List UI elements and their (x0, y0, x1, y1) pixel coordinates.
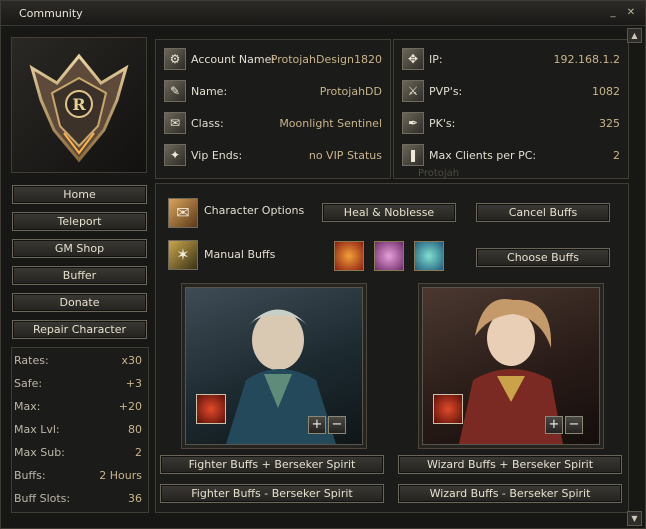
stat-label: Max Lvl: (14, 423, 60, 436)
pk-icon: ✒ (402, 112, 424, 134)
logo-panel: R (11, 37, 147, 173)
fighter-buffs-plus-button[interactable]: Fighter Buffs + Berseker Spirit (160, 455, 384, 474)
manual-buffs-icon: ✶ (168, 240, 198, 270)
info-label: PVP's: (429, 85, 463, 98)
minimize-button[interactable]: _ (607, 7, 619, 19)
scroll-down-button[interactable]: ▼ (627, 511, 642, 526)
manual-buffs-label: Manual Buffs (204, 248, 276, 261)
stat-value: 2 Hours (99, 469, 142, 482)
info-label: PK's: (429, 117, 456, 130)
wizard-buffs-plus-button[interactable]: Wizard Buffs + Berseker Spirit (398, 455, 622, 474)
wizard-aura-icon[interactable] (433, 394, 463, 424)
cancel-buffs-button[interactable]: Cancel Buffs (476, 203, 610, 222)
account-icon: ⚙ (164, 48, 186, 70)
info-label: Name: (191, 85, 228, 98)
title-bar[interactable]: Community _ ✕ (1, 1, 645, 26)
stat-label: Buff Slots: (14, 492, 71, 505)
fighter-portrait: + − (185, 287, 363, 445)
info-label: Class: (191, 117, 224, 130)
info-label: Account Name: (191, 53, 276, 66)
vip-icon: ✦ (164, 144, 186, 166)
nav-button-donate[interactable]: Donate (12, 293, 147, 312)
book-icon: ✉ (168, 198, 198, 228)
info-value: Moonlight Sentinel (279, 117, 382, 130)
class-icon: ✉ (164, 112, 186, 134)
account-info-panel: ⚙ Account Name: ProtojahDesign1820 ✎ Name: Pr… (155, 39, 391, 179)
nav-button-home[interactable]: Home (12, 185, 147, 204)
stat-value: 2 (135, 446, 142, 459)
stat-value: 36 (128, 492, 142, 505)
logo-letter: R (72, 95, 86, 114)
info-value: no VIP Status (308, 149, 382, 162)
stat-value: 80 (128, 423, 142, 436)
server-stats-panel: Rates: x30 Safe: +3 Max: +20 Max Lvl: 80 Max Sub… (11, 347, 149, 513)
info-value: ProtojahDD (319, 85, 382, 98)
stat-value: x30 (121, 354, 142, 367)
spirit-skill-icon[interactable] (374, 241, 404, 271)
stat-label: Rates: (14, 354, 49, 367)
stat-label: Max Sub: (14, 446, 65, 459)
fighter-aura-icon[interactable] (196, 394, 226, 424)
pvp-icon: ⚔ (402, 80, 424, 102)
choose-buffs-button[interactable]: Choose Buffs (476, 248, 610, 267)
stat-label: Max: (14, 400, 41, 413)
stat-row: Max Sub: 2 (12, 446, 142, 460)
stat-label: Safe: (14, 377, 43, 390)
fighter-minus-button[interactable]: − (328, 416, 346, 434)
fighter-buffs-minus-button[interactable]: Fighter Buffs - Berseker Spirit (160, 484, 384, 503)
wizard-buffs-minus-button[interactable]: Wizard Buffs - Berseker Spirit (398, 484, 622, 503)
name-icon: ✎ (164, 80, 186, 102)
stat-row: Max Lvl: 80 (12, 423, 142, 437)
wind-skill-icon[interactable] (414, 241, 444, 271)
nav-button-buffer[interactable]: Buffer (12, 266, 147, 285)
fire-skill-icon[interactable] (334, 241, 364, 271)
window-title: Community (19, 7, 83, 20)
info-label: IP: (429, 53, 443, 66)
ghost-text: Protojah (418, 168, 460, 179)
wizard-minus-button[interactable]: − (565, 416, 583, 434)
info-value: 1082 (592, 85, 620, 98)
wizard-portrait: + − (422, 287, 600, 445)
clients-icon: ❚ (402, 144, 424, 166)
info-label: Vip Ends: (191, 149, 243, 162)
stat-row: Buffs: 2 Hours (12, 469, 142, 483)
nav-button-gm-shop[interactable]: GM Shop (12, 239, 147, 258)
ip-icon: ✥ (402, 48, 424, 70)
info-value: ProtojahDesign1820 (270, 53, 382, 66)
character-options-label: Character Options (204, 204, 305, 217)
stat-row: Rates: x30 (12, 354, 142, 368)
stat-row: Buff Slots: 36 (12, 492, 142, 506)
fighter-plus-button[interactable]: + (308, 416, 326, 434)
heal-noblesse-button[interactable]: Heal & Noblesse (322, 203, 456, 222)
stat-value: +20 (118, 400, 142, 413)
community-window: Community _ ✕ R Home Teleport GM Shop Buffe… (0, 0, 646, 529)
close-button[interactable]: ✕ (625, 7, 637, 19)
scroll-up-button[interactable]: ▲ (627, 28, 642, 43)
server-info-panel: ✥ IP: 192.168.1.2 ⚔ PVP's: 1082 ✒ PK's: 325 ❚ Max … (393, 39, 629, 179)
stat-value: +3 (125, 377, 142, 390)
nav-button-teleport[interactable]: Teleport (12, 212, 147, 231)
buff-panel: ✉ Character Options ✶ Manual Buffs Heal … (155, 183, 629, 513)
stat-label: Buffs: (14, 469, 46, 482)
info-label: Max Clients per PC: (429, 149, 537, 162)
server-logo: R (12, 38, 146, 172)
stat-row: Safe: +3 (12, 377, 142, 391)
info-value: 2 (613, 149, 620, 162)
nav-button-repair-character[interactable]: Repair Character (12, 320, 147, 339)
info-value: 192.168.1.2 (553, 53, 620, 66)
info-value: 325 (599, 117, 620, 130)
stat-row: Max: +20 (12, 400, 142, 414)
wizard-plus-button[interactable]: + (545, 416, 563, 434)
